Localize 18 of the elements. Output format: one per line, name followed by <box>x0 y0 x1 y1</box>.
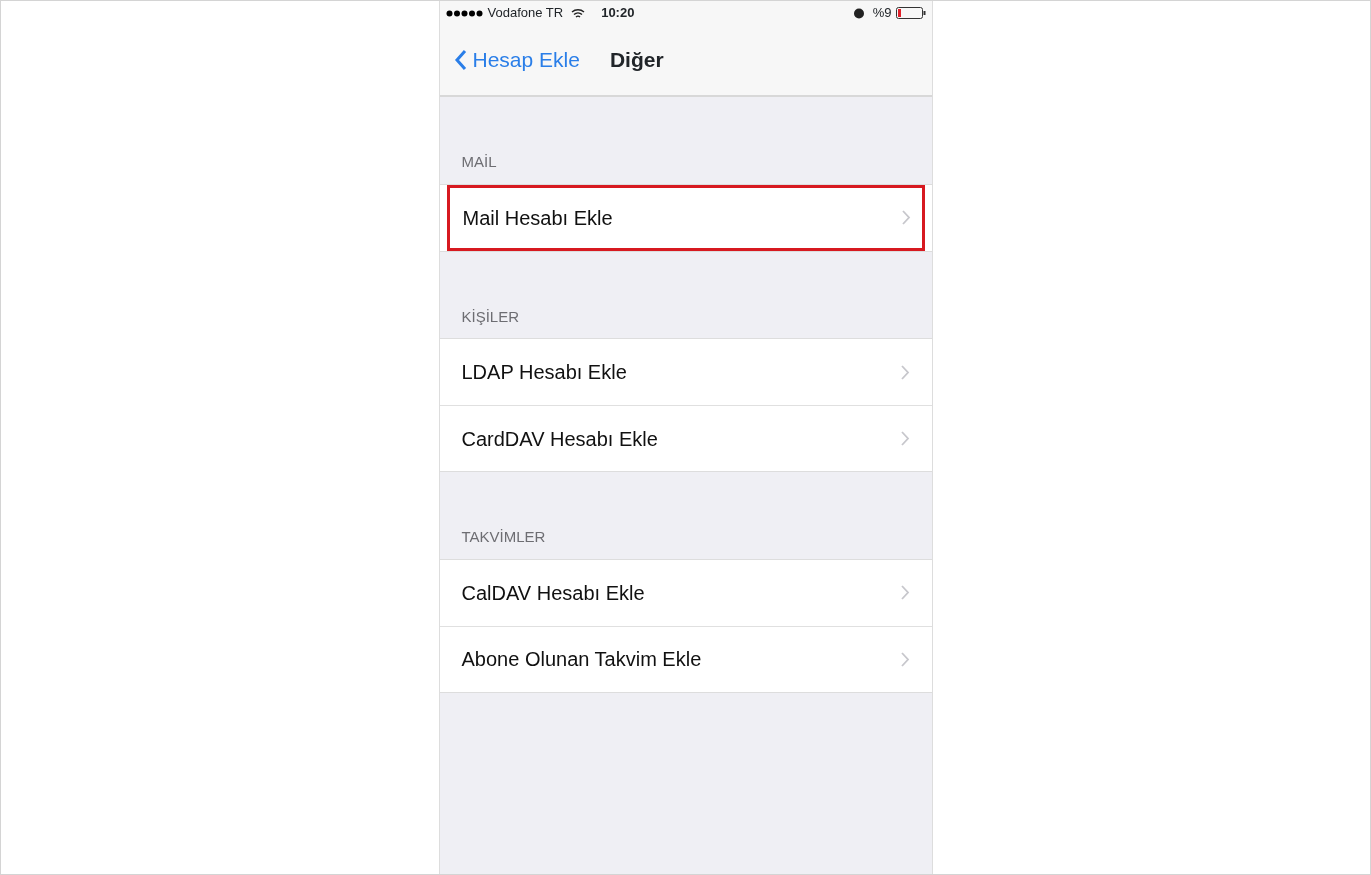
back-button[interactable]: Hesap Ekle <box>453 44 580 76</box>
battery-icon <box>895 7 926 19</box>
signal-icon <box>445 9 484 17</box>
wifi-icon <box>571 7 586 19</box>
chevron-right-icon <box>900 364 910 380</box>
carrier-name: Vodafone TR <box>487 4 564 23</box>
chevron-right-icon <box>901 210 911 225</box>
battery-percent: %9 <box>872 4 892 23</box>
page-title: Diğer <box>609 47 664 74</box>
section-header: KİŞİLER <box>460 306 521 327</box>
status-time: 10:20 <box>601 4 635 23</box>
chevron-right-icon <box>900 431 910 446</box>
chevron-right-icon <box>900 651 910 667</box>
chevron-left-icon <box>453 49 467 71</box>
section-header: MAİL <box>460 152 498 172</box>
section-header: TAKVİMLER <box>460 527 547 547</box>
chevron-right-icon <box>900 585 910 600</box>
highlighted-list-item[interactable]: Mail Hesabı Ekle <box>446 184 925 251</box>
